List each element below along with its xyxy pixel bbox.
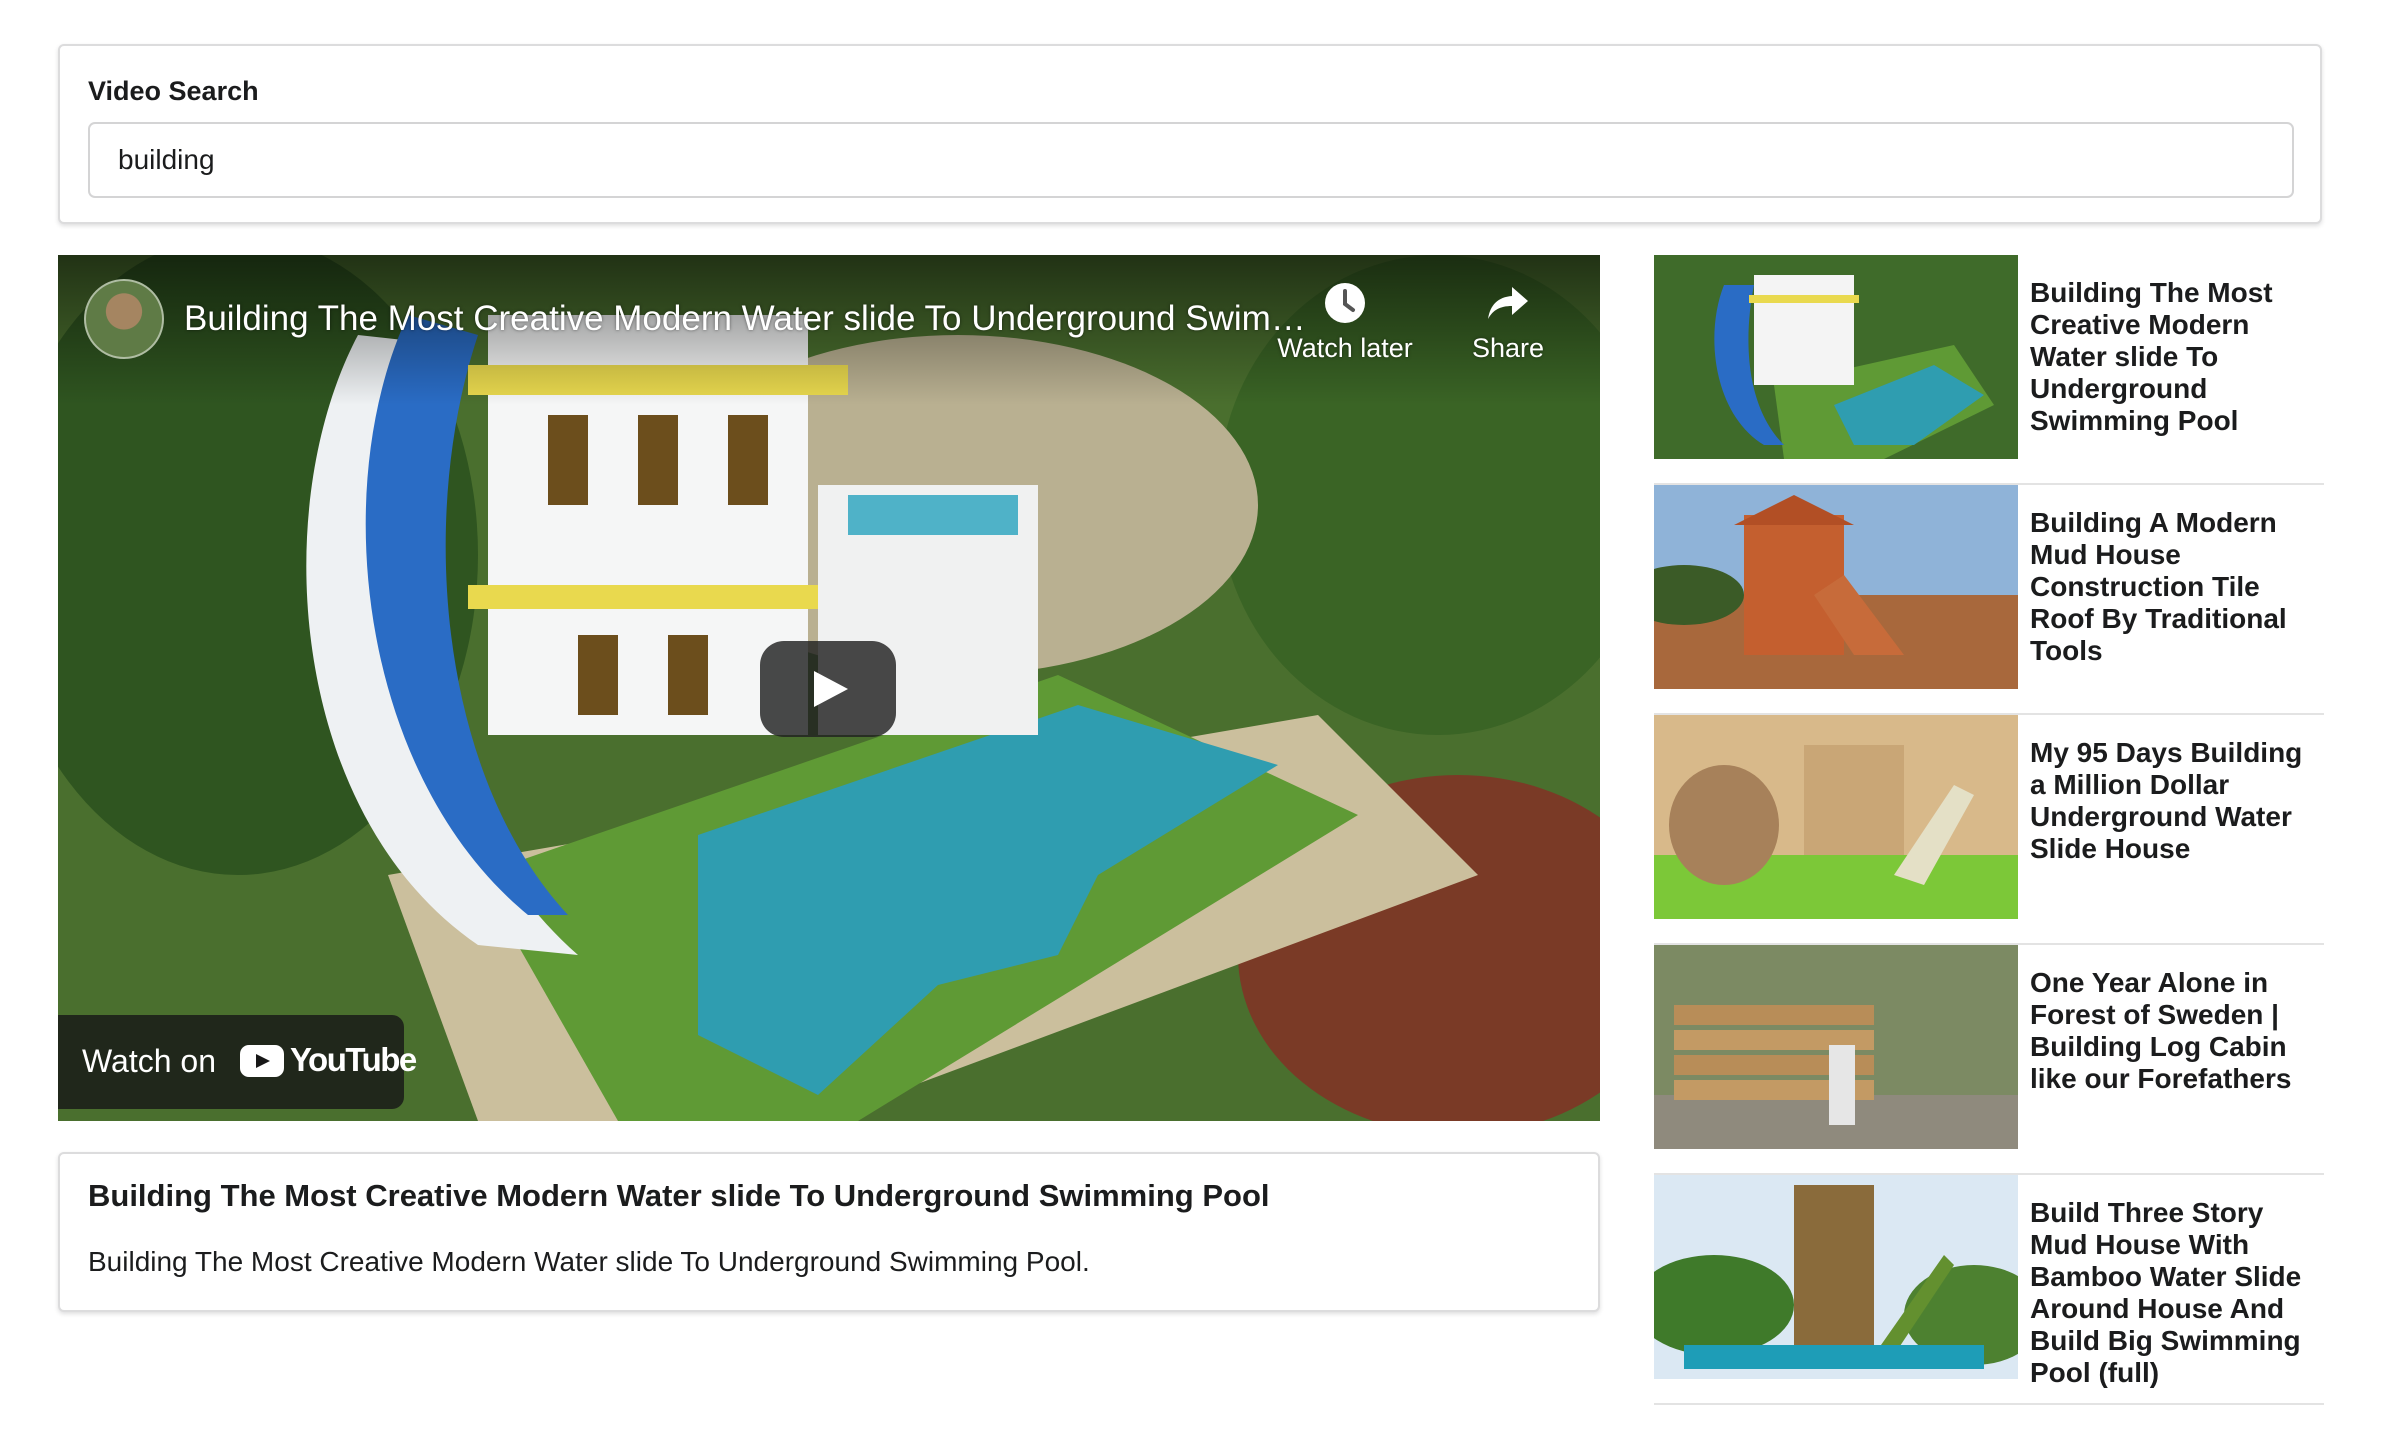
video-player[interactable]: Building The Most Creative Modern Water … (58, 255, 1600, 1121)
search-form: Video Search (58, 44, 2322, 224)
watch-on-label: Watch on (82, 1043, 216, 1079)
watch-later-label: Watch later (1277, 333, 1413, 363)
video-list-item[interactable]: My 95 Days Building a Million Dollar Und… (1654, 715, 2324, 945)
play-button[interactable] (760, 641, 896, 737)
youtube-logo-icon (240, 1045, 284, 1077)
watch-later-button[interactable]: Watch later (1270, 281, 1420, 364)
video-description: Building The Most Creative Modern Water … (88, 1246, 1090, 1277)
video-list-item-title[interactable]: Building A Modern Mud House Construction… (2030, 507, 2324, 667)
video-list-item-title[interactable]: Build Three Story Mud House With Bamboo … (2030, 1197, 2324, 1389)
channel-avatar[interactable] (84, 279, 164, 359)
youtube-brand-label: YouTube (290, 1041, 417, 1078)
video-thumbnail[interactable] (1654, 715, 2018, 919)
video-thumbnail[interactable] (1654, 255, 2018, 459)
video-thumbnail[interactable] (1654, 1175, 2018, 1379)
share-button[interactable]: Share (1448, 281, 1568, 364)
search-input[interactable] (88, 122, 2294, 198)
player-title[interactable]: Building The Most Creative Modern Water … (184, 299, 1314, 339)
video-list-item-title[interactable]: One Year Alone in Forest of Sweden | Bui… (2030, 967, 2324, 1095)
video-list-item[interactable]: One Year Alone in Forest of Sweden | Bui… (1654, 945, 2324, 1175)
share-label: Share (1471, 333, 1545, 363)
clock-icon (1325, 283, 1365, 323)
search-label: Video Search (88, 76, 259, 106)
share-arrow-icon (1488, 287, 1528, 319)
video-list-item[interactable]: Building The Most Creative Modern Water … (1654, 255, 2324, 485)
video-list-item-title[interactable]: My 95 Days Building a Million Dollar Und… (2030, 737, 2324, 865)
video-list: Building The Most Creative Modern Water … (1654, 255, 2324, 1405)
video-list-item-title[interactable]: Building The Most Creative Modern Water … (2030, 277, 2324, 437)
watch-on-youtube-link[interactable]: Watch on YouTube (58, 1015, 417, 1109)
video-thumbnail[interactable] (1654, 945, 2018, 1149)
video-thumbnail[interactable] (1654, 485, 2018, 689)
video-list-item[interactable]: Build Three Story Mud House With Bamboo … (1654, 1175, 2324, 1405)
video-list-item[interactable]: Building A Modern Mud House Construction… (1654, 485, 2324, 715)
video-title: Building The Most Creative Modern Water … (88, 1178, 1270, 1213)
video-details: Building The Most Creative Modern Water … (58, 1152, 1600, 1312)
play-icon (814, 671, 848, 707)
